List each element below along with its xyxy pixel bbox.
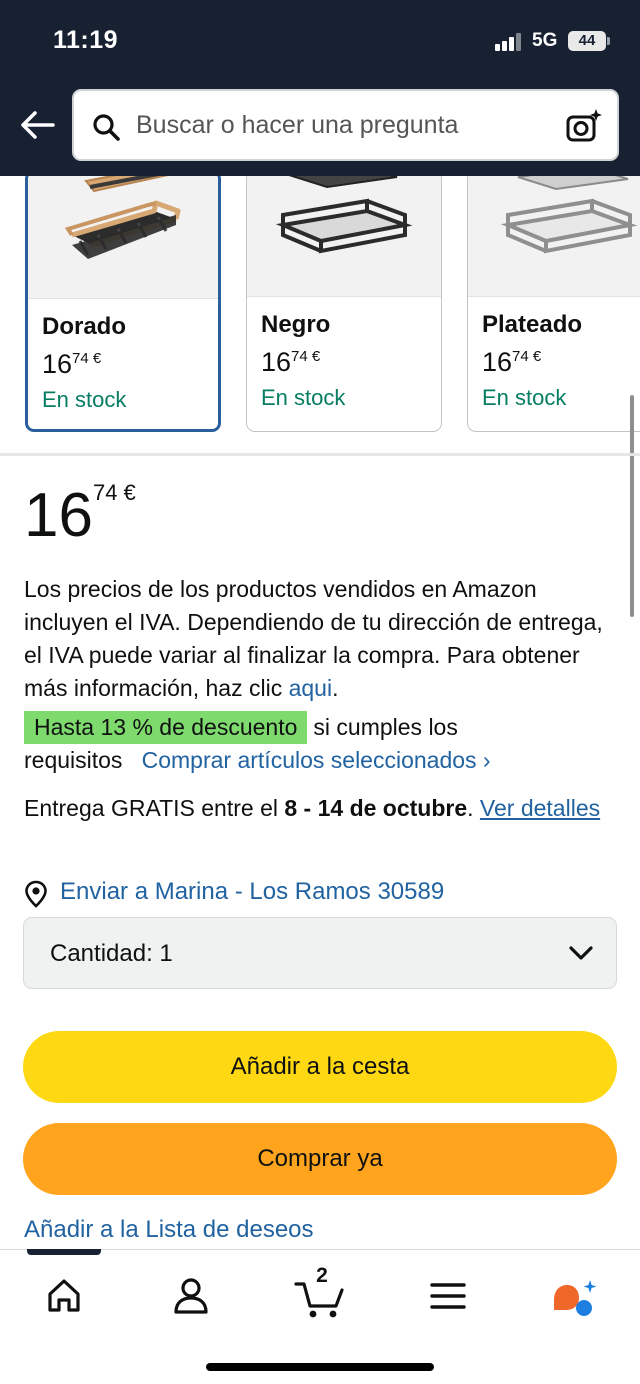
discount-promo: Hasta 13 % de descuento si cumples los re… — [24, 711, 620, 777]
quantity-select[interactable]: Cantidad: 1 — [23, 917, 617, 989]
add-to-cart-button[interactable]: Añadir a la cesta — [23, 1031, 617, 1103]
cellular-signal-icon — [495, 33, 523, 51]
section-divider — [0, 453, 640, 456]
variant-stock: En stock — [42, 387, 127, 412]
active-tab-indicator — [27, 1249, 101, 1255]
network-type: 5G — [532, 30, 558, 51]
delivery-details-link[interactable]: Ver detalles — [480, 795, 600, 821]
back-arrow-icon[interactable] — [20, 110, 56, 140]
account-icon[interactable] — [161, 1270, 221, 1320]
delivery-dates: 8 - 14 de octubre — [284, 795, 468, 821]
menu-icon[interactable] — [418, 1270, 478, 1320]
search-input[interactable] — [136, 103, 546, 147]
variant-price: 1674 € — [42, 349, 102, 379]
delivery-info: Entrega GRATIS entre el 8 - 14 de octubr… — [24, 795, 601, 821]
variant-name: Negro — [261, 311, 331, 338]
top-bar: 11:19 5G 44 — [0, 0, 640, 176]
home-indicator[interactable] — [206, 1363, 434, 1371]
chevron-down-icon — [569, 946, 593, 960]
discount-badge: Hasta 13 % de descuento — [24, 711, 308, 744]
variant-image — [28, 176, 218, 299]
home-icon[interactable] — [34, 1270, 94, 1320]
variant-stock: En stock — [261, 385, 346, 410]
status-time: 11:19 — [53, 26, 119, 54]
variant-card-plateado[interactable]: Plateado 1674 € En stock — [467, 176, 640, 432]
shower-shelf-gold-image — [64, 176, 181, 259]
add-to-wishlist-link[interactable]: Añadir a la Lista de deseos — [24, 1216, 314, 1244]
variant-card-negro[interactable]: Negro 1674 € En stock — [246, 176, 442, 432]
vat-note: Los precios de los productos vendidos en… — [24, 576, 603, 701]
status-bar: 11:19 5G 44 — [0, 0, 640, 80]
location-pin-icon — [25, 880, 47, 908]
search-icon — [93, 114, 120, 141]
vat-info-link[interactable]: aqui — [289, 675, 332, 701]
variant-carousel[interactable]: Dorado 1674 € En stock Negro 1674 € En s… — [0, 176, 640, 438]
variant-image — [247, 176, 441, 297]
variant-price: 1674 € — [261, 347, 321, 377]
shower-shelf-silver-image — [500, 176, 638, 254]
variant-name: Dorado — [42, 313, 126, 340]
variant-name: Plateado — [482, 311, 583, 338]
selected-items-link[interactable]: Comprar artículos seleccionados › — [142, 747, 491, 773]
search-bar[interactable] — [72, 89, 619, 161]
product-price: 1674 € — [24, 480, 136, 550]
shower-shelf-black-image — [275, 176, 413, 254]
cart-button[interactable]: 2 — [292, 1264, 352, 1320]
ship-to-label: Enviar a Marina - Los Ramos 30589 — [60, 878, 445, 905]
variant-stock: En stock — [482, 385, 567, 410]
cart-count-badge: 2 — [316, 1264, 328, 1287]
battery-icon: 44 — [568, 31, 610, 51]
camera-search-icon[interactable] — [565, 107, 603, 145]
assistant-icon[interactable] — [544, 1270, 604, 1320]
buy-now-button[interactable]: Comprar ya — [23, 1123, 617, 1195]
variant-image — [468, 176, 640, 297]
scrollbar[interactable] — [630, 395, 634, 617]
quantity-value: 1 — [159, 940, 173, 967]
quantity-label: Cantidad: 1 — [50, 940, 173, 967]
variant-card-dorado[interactable]: Dorado 1674 € En stock — [25, 176, 221, 432]
variant-price: 1674 € — [482, 347, 542, 377]
